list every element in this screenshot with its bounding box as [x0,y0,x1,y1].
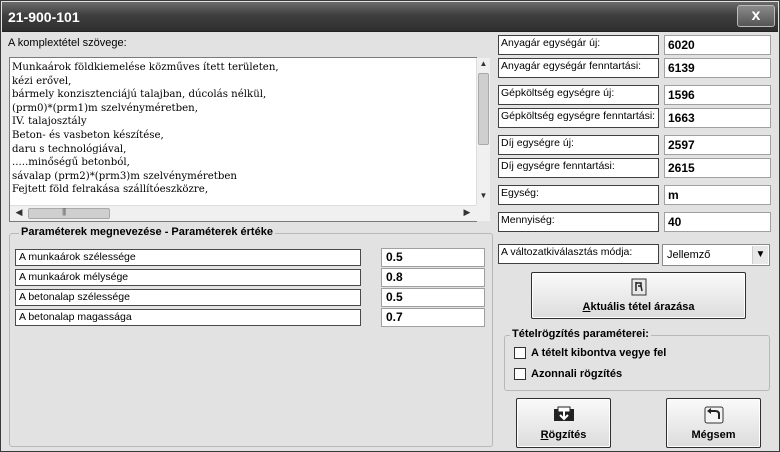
record-label: Rögzítés [540,429,587,441]
horizontal-scroll-thumb[interactable] [28,207,110,219]
dialog-window: 21-900-101 x A komplextétel szövege: Mun… [0,0,780,452]
vertical-scrollbar[interactable]: ▲ ▼ [476,58,490,205]
record-button[interactable]: Rögzítés [516,398,611,448]
dij-fenn-field[interactable]: 2615 [664,158,771,178]
chevron-down-icon[interactable]: ▼ [752,246,768,264]
record-icon [553,406,574,421]
description-line: Munkaárok földkiemelése közműves ített t… [12,62,279,73]
expand-item-checkbox[interactable] [514,347,526,359]
param-value-2[interactable]: 0.8 [381,268,485,287]
description-line: kézi erővel, [12,75,72,87]
gep-uj-field[interactable]: 1596 [664,85,771,105]
scroll-up-icon[interactable]: ▲ [477,59,490,72]
vertical-scroll-thumb[interactable] [478,73,489,145]
immediate-record-checkbox[interactable] [514,368,526,380]
description-line: (prm0)*(prm1)m szelvényméretben, [12,102,198,114]
valtozat-label: A változatkiválasztás módja: [498,244,659,264]
horizontal-scrollbar[interactable]: ◀ ▶ [10,205,476,221]
description-line: .....minőségű betonból, [12,157,130,169]
param-value-3[interactable]: 0.5 [381,288,485,307]
anyagar-fenn-field[interactable]: 6139 [664,58,771,78]
description-line: daru s technológiával, [12,143,127,155]
anyagar-uj-field[interactable]: 6020 [664,35,771,55]
egyseg-field[interactable]: m [664,185,771,205]
dij-uj-label: Díj egységre új: [498,135,659,155]
scrollbar-corner [476,205,490,221]
immediate-record-label[interactable]: Azonnali rögzítés [531,368,622,380]
param-label-2: A munkaárok mélysége [15,269,361,286]
description-line: IV. talajosztály [12,116,87,128]
price-item-button[interactable]: Aktuális tétel árazása [531,272,746,319]
cancel-button[interactable]: Mégsem [666,398,761,448]
param-label-1: A munkaárok szélessége [15,249,361,266]
recording-params-group [504,335,770,391]
undo-arrow-icon [704,406,723,424]
parameters-group-title: Paraméterek megnevezése - Paraméterek ér… [19,226,275,238]
gep-uj-label: Gépköltség egységre új: [498,85,659,105]
mennyiseg-label: Mennyiség: [498,212,659,232]
mennyiseg-field[interactable]: 40 [664,212,771,232]
gep-fenn-label: Gépköltség egységre fenntartási: [498,108,659,128]
description-line: Beton- és vasbeton készítése, [12,129,164,141]
description-textarea[interactable]: Munkaárok földkiemelése közműves ített t… [9,57,490,222]
title-bar[interactable]: 21-900-101 x [2,2,778,32]
egyseg-label: Egység: [498,185,659,205]
param-label-3: A betonalap szélessége [15,289,361,306]
description-line: bármely konzisztenciájú talajban, dúcolá… [12,89,267,101]
scroll-left-icon[interactable]: ◀ [12,207,26,220]
valtozat-selected-value: Jellemző [667,249,711,261]
param-value-1[interactable]: 0.5 [381,248,485,267]
cancel-label: Mégsem [691,429,736,441]
anyagar-uj-label: Anyagár egységár új: [498,35,659,55]
scroll-down-icon[interactable]: ▼ [477,191,490,204]
price-tag-icon [631,278,646,296]
price-item-label: Aktuális tétel árazása [582,301,695,313]
scroll-right-icon[interactable]: ▶ [460,207,474,220]
param-label-4: A betonalap magassága [15,309,361,326]
dij-fenn-label: Díj egységre fenntartási: [498,158,659,178]
dij-uj-field[interactable]: 2597 [664,135,771,155]
gep-fenn-field[interactable]: 1663 [664,108,771,128]
text-section-label: A komplextétel szövege: [8,37,127,49]
description-line: Fejtett föld felrakása szállítóeszközre, [12,184,209,196]
close-icon: x [751,7,761,24]
param-value-4[interactable]: 0.7 [381,308,485,327]
anyagar-fenn-label: Anyagár egységár fenntartási: [498,58,659,78]
window-title: 21-900-101 [8,9,80,25]
description-text[interactable]: Munkaárok földkiemelése közműves ített t… [10,58,476,205]
valtozat-select[interactable]: Jellemző ▼ [662,244,770,266]
close-button[interactable]: x [737,5,775,27]
description-line: sávalap (prm2)*(prm3)m szelvényméretben [12,170,237,182]
expand-item-label[interactable]: A tételt kibontva vegye fel [531,347,666,359]
recording-params-title: Tételrögzítés paraméterei: [510,328,651,340]
